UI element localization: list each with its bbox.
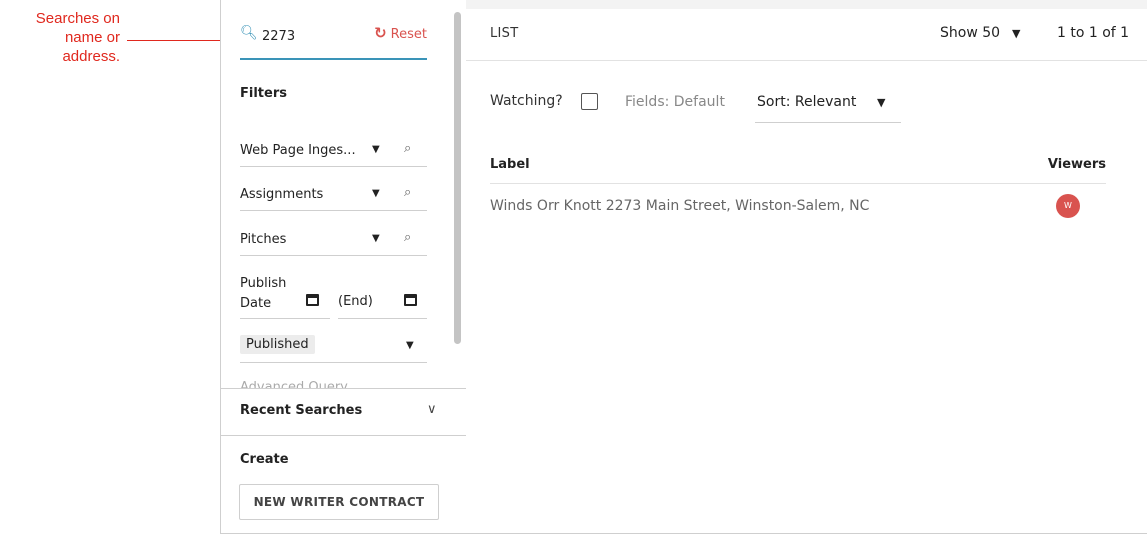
filter-pitches[interactable]: Pitches ▼ ⌕ — [240, 226, 427, 256]
search-icon: 🔍︎ — [240, 25, 258, 41]
caret-down-icon[interactable]: ▼ — [406, 340, 414, 351]
search-field[interactable]: 🔍︎ ↻Reset — [240, 20, 427, 60]
publish-date-end-field[interactable]: (End) — [338, 272, 427, 319]
page-title: LIST — [490, 26, 519, 41]
create-heading: Create — [240, 452, 289, 467]
calendar-icon[interactable] — [306, 294, 319, 306]
annotation-line: name or — [64, 29, 120, 46]
filters-heading: Filters — [240, 86, 287, 101]
search-icon[interactable]: ⌕ — [404, 230, 411, 245]
sort-select[interactable]: Sort: Relevant ▼ — [755, 83, 901, 123]
filter-web-page-ingest[interactable]: Web Page Inges... ▼ ⌕ — [240, 137, 427, 167]
publish-date-start-field[interactable]: Publish Date — [240, 272, 330, 319]
table-header: Label Viewers — [490, 149, 1106, 184]
main-panel: LIST Show 50 ▼ 1 to 1 of 1 Watching? Fiel… — [466, 9, 1147, 533]
publish-date-range: Publish Date (End) — [240, 272, 427, 319]
caret-down-icon[interactable]: ▼ — [372, 188, 380, 199]
watching-checkbox[interactable] — [581, 93, 598, 110]
reset-label: Reset — [390, 27, 427, 42]
pagination-status: 1 to 1 of 1 — [1057, 25, 1130, 41]
recent-searches-section[interactable]: Recent Searches ∨ — [221, 388, 466, 436]
caret-down-icon: ▼ — [1012, 27, 1021, 40]
advanced-query-row[interactable]: Advanced Query — [240, 378, 427, 388]
sidebar: 🔍︎ ↻Reset Filters Web Page Inges... ▼ ⌕ … — [221, 0, 466, 533]
column-header-viewers[interactable]: Viewers — [1048, 157, 1106, 172]
column-header-label[interactable]: Label — [490, 157, 530, 172]
row-label[interactable]: Winds Orr Knott 2273 Main Street, Winsto… — [490, 198, 869, 214]
filter-label: Pitches — [240, 232, 287, 247]
annotation-callout: Searches on name or address. — [0, 9, 120, 66]
advanced-query-label: Advanced Query — [240, 380, 348, 388]
search-icon[interactable]: ⌕ — [404, 185, 411, 200]
filter-assignments[interactable]: Assignments ▼ ⌕ — [240, 181, 427, 211]
sort-label: Sort: Relevant — [757, 94, 857, 110]
recent-searches-label: Recent Searches — [240, 403, 363, 418]
results-table: Label Viewers Winds Orr Knott 2273 Main … — [490, 149, 1106, 240]
caret-down-icon[interactable]: ▼ — [372, 144, 380, 155]
filter-label: Assignments — [240, 187, 324, 202]
publish-date-label: Publish Date — [240, 274, 286, 314]
status-chip: Published — [240, 335, 315, 354]
page-size-label: Show 50 — [940, 25, 1001, 41]
calendar-icon[interactable] — [404, 294, 417, 306]
publish-date-label-line: Date — [240, 296, 272, 311]
reset-button[interactable]: ↻ Reset — [374, 24, 427, 42]
app-window: 🔍︎ ↻Reset Filters Web Page Inges... ▼ ⌕ … — [220, 0, 1147, 534]
page-size-select[interactable]: Show 50 ▼ — [940, 25, 1021, 41]
sidebar-scroll-area: 🔍︎ ↻Reset Filters Web Page Inges... ▼ ⌕ … — [221, 0, 466, 388]
refresh-icon: ↻ — [374, 24, 387, 42]
date-end-label: (End) — [338, 294, 373, 309]
chevron-down-icon[interactable]: ∨ — [427, 402, 437, 417]
fields-select[interactable]: Fields: Default — [625, 94, 725, 110]
search-input[interactable] — [262, 29, 362, 44]
caret-down-icon[interactable]: ▼ — [372, 233, 380, 244]
new-writer-contract-button[interactable]: NEW WRITER CONTRACT — [239, 484, 439, 520]
filter-label: Web Page Inges... — [240, 143, 356, 158]
publish-date-label-line: Publish — [240, 276, 287, 291]
watching-label: Watching? — [490, 93, 563, 109]
avatar: W — [1056, 194, 1080, 218]
list-header: LIST Show 50 ▼ 1 to 1 of 1 — [466, 9, 1147, 61]
annotation-line: Searches on — [35, 10, 120, 27]
status-select[interactable]: Published ▼ — [240, 333, 427, 363]
annotation-line: address. — [62, 48, 120, 65]
search-icon[interactable]: ⌕ — [404, 141, 411, 156]
sidebar-scrollbar[interactable] — [454, 12, 461, 344]
caret-down-icon: ▼ — [877, 96, 886, 109]
table-row[interactable]: Winds Orr Knott 2273 Main Street, Winsto… — [490, 184, 1106, 240]
